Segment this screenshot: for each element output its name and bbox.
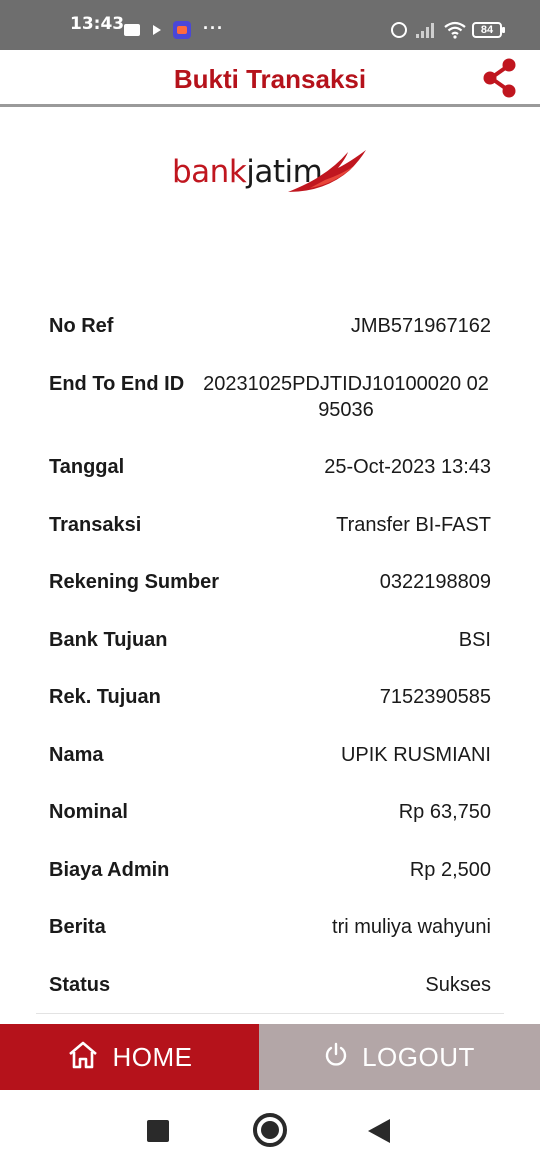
detail-label: End To End ID xyxy=(49,373,185,395)
detail-label: Nominal xyxy=(49,801,128,823)
home-icon xyxy=(67,1040,99,1075)
detail-label: Rek. Tujuan xyxy=(49,686,161,708)
share-icon xyxy=(483,58,516,98)
recent-apps-button[interactable] xyxy=(147,1120,169,1142)
divider xyxy=(36,1013,504,1014)
detail-value: JMB571967162 xyxy=(350,315,491,337)
logout-button[interactable]: LOGOUT xyxy=(259,1024,540,1090)
message-icon xyxy=(124,24,140,36)
detail-label: Berita xyxy=(49,916,106,938)
play-icon xyxy=(153,25,161,35)
detail-label: Rekening Sumber xyxy=(49,571,220,593)
detail-value: BSI xyxy=(458,629,491,651)
share-button[interactable] xyxy=(480,56,520,100)
alarm-icon xyxy=(391,22,407,38)
logout-button-label: LOGOUT xyxy=(362,1041,475,1072)
detail-value: 20231025PDJTIDJ10100020 0295036 xyxy=(203,373,489,421)
status-value: Sukses xyxy=(425,974,491,996)
detail-value: Transfer BI-FAST xyxy=(336,514,491,536)
status-time: 13:43 xyxy=(70,14,125,34)
detail-value: UPIK RUSMIANI xyxy=(340,744,491,766)
detail-label: Nama xyxy=(49,744,104,766)
detail-value: Rp 63,750 xyxy=(398,801,491,823)
detail-value: Rp 2,500 xyxy=(409,859,491,881)
detail-label: Biaya Admin xyxy=(49,859,170,881)
wifi-icon xyxy=(444,21,466,39)
battery-icon: 84 xyxy=(472,22,505,38)
detail-value: tri muliya wahyuni xyxy=(332,916,491,938)
page-title: Bukti Transaksi xyxy=(173,64,367,94)
bankjatim-logo: bankjatim xyxy=(172,148,372,198)
detail-value: 25-Oct-2023 13:43 xyxy=(324,456,491,478)
signal-icon xyxy=(416,22,436,38)
detail-label: Bank Tujuan xyxy=(49,629,168,651)
system-home-button[interactable] xyxy=(253,1113,287,1147)
power-icon xyxy=(324,1042,348,1073)
home-button-label: HOME xyxy=(112,1041,193,1072)
detail-label: No Ref xyxy=(49,315,114,337)
detail-label: Transaksi xyxy=(49,514,142,536)
status-bar: 13:43 ··· 84 xyxy=(0,0,540,50)
detail-label: Status xyxy=(49,974,111,996)
more-notifications-icon: ··· xyxy=(203,18,224,38)
detail-label: Tanggal xyxy=(49,456,125,478)
app-header: Bukti Transaksi xyxy=(0,50,540,107)
bird-icon xyxy=(288,150,366,192)
system-nav-bar xyxy=(0,1090,540,1170)
home-button[interactable]: HOME xyxy=(0,1024,259,1090)
detail-value: 7152390585 xyxy=(379,686,491,708)
back-button[interactable] xyxy=(368,1119,390,1143)
app-notification-icon xyxy=(173,21,191,39)
detail-value: 0322198809 xyxy=(379,571,491,593)
